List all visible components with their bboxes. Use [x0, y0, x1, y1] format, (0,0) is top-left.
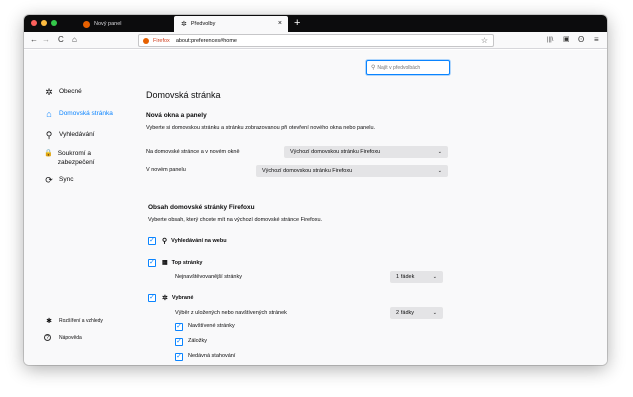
highlights-description: Výběr z uložených nebo navštívených strá… [175, 310, 287, 316]
homepage-label: Na domovské stránce a v novém okně [146, 149, 240, 155]
home-icon: ⌂ [46, 109, 52, 119]
select-value: Výchozí domovskou stránku Firefoxu [290, 149, 381, 155]
menu-icon[interactable]: ≡ [594, 34, 599, 46]
top-sites-rows-select[interactable]: 1 řádek ⌄ [390, 271, 443, 283]
url-bar[interactable]: Firefox about:preferences#home ☆ [138, 34, 494, 47]
select-value: 1 řádek [396, 274, 415, 280]
search-icon: ⚲ [45, 130, 53, 140]
sidebar-link-label: Rozšíření a vzhledy [59, 318, 103, 324]
sidebar-link-label: Nápověda [59, 334, 82, 341]
new-tab-button[interactable]: + [294, 17, 300, 29]
highlights-rows-select[interactable]: 2 řádky ⌄ [390, 307, 443, 319]
sidebar-addons-link[interactable]: ✱ Rozšíření a vzhledy [44, 317, 103, 325]
zoom-window-button[interactable] [51, 20, 57, 26]
url-text: about:preferences#home [175, 37, 237, 44]
tab-preferences[interactable]: ✲ Předvolby × [174, 16, 288, 32]
close-window-button[interactable] [31, 20, 37, 26]
preferences-content [24, 50, 607, 365]
highlights-checkbox[interactable]: ✓ [148, 294, 156, 302]
firefox-icon [83, 20, 90, 28]
recent-downloads-checkbox[interactable]: ✓ [175, 353, 183, 361]
navigation-bar: ← → C ⌂ Firefox about:preferences#home ☆… [24, 32, 607, 49]
sidebar-item-label: Domovská stránka [59, 110, 113, 117]
sidebar-item-label: Soukromí a zabezpečení [57, 150, 95, 166]
chevron-down-icon: ⌄ [437, 149, 442, 155]
tab-bar: Nový panel × ✲ Předvolby × + [24, 15, 607, 32]
sidebar-item-sync[interactable]: ⟳ Sync [44, 176, 73, 185]
new-tab-select[interactable]: Výchozí domovskou stránku Firefoxu ⌄ [256, 165, 448, 177]
identity-box[interactable]: Firefox [143, 37, 170, 44]
home-icon[interactable]: ⌂ [72, 34, 77, 46]
tab-label: Nový panel [94, 21, 122, 27]
firefox-icon [143, 37, 149, 44]
search-placeholder: Najít v předvolbách [377, 64, 421, 71]
sparkle-icon: ✲ [162, 295, 168, 302]
search-icon: ⚲ [162, 238, 168, 245]
option-label: Top stránky [171, 259, 203, 266]
sidebar-item-search[interactable]: ⚲ Vyhledávání [44, 131, 95, 140]
tab-label: Předvolby [190, 21, 216, 27]
minimize-window-button[interactable] [41, 20, 47, 26]
sync-icon: ⟳ [45, 175, 53, 185]
highlights-option: ✲ Vybrané [162, 294, 193, 302]
sidebar-icon[interactable]: ▣ [563, 34, 570, 46]
page-title: Domovská stránka [146, 90, 221, 100]
identity-label: Firefox [153, 37, 170, 44]
bookmarks-checkbox[interactable]: ✓ [175, 338, 183, 346]
section-heading-new-windows: Nová okna a panely [146, 112, 207, 119]
lock-icon: 🔒 [44, 150, 53, 157]
select-value: 2 řádky [396, 310, 415, 316]
grid-icon: ▦ [162, 260, 168, 266]
section-description: Vyberte obsah, který chcete mít na výcho… [148, 217, 323, 223]
gear-icon: ✲ [45, 87, 53, 97]
sidebar-item-label: Sync [59, 176, 74, 183]
option-label: Vybrané [171, 295, 194, 301]
help-icon: ? [44, 334, 51, 341]
chevron-down-icon: ⌄ [432, 310, 437, 316]
top-sites-description: Nejnavštěvovanější stránky [175, 274, 242, 280]
section-description: Vyberte si domovskou stránku a stránku z… [146, 125, 376, 131]
top-sites-option: ▦ Top stránky [162, 259, 203, 267]
sidebar-item-home[interactable]: ⌂ Domovská stránka [44, 110, 113, 119]
recent-downloads-label: Nedávná stahování [188, 353, 236, 359]
web-search-checkbox[interactable]: ✓ [148, 237, 156, 245]
search-icon: ⚲ [371, 65, 376, 71]
reload-icon[interactable]: C [58, 34, 64, 46]
back-icon[interactable]: ← [30, 34, 38, 46]
visited-pages-label: Navštívené stránky [188, 323, 235, 329]
visited-pages-checkbox[interactable]: ✓ [175, 323, 183, 331]
sidebar-item-label: Vyhledávání [59, 131, 95, 138]
puzzle-icon: ✱ [46, 318, 52, 325]
new-tab-label: V novém panelu [146, 167, 186, 173]
chevron-down-icon: ⌄ [437, 168, 442, 174]
bookmark-star-icon[interactable]: ☆ [481, 36, 488, 45]
sidebar-item-privacy[interactable]: 🔒 Soukromí a zabezpečení [44, 149, 119, 167]
top-sites-checkbox[interactable]: ✓ [148, 259, 156, 267]
chevron-down-icon: ⌄ [432, 274, 437, 280]
account-icon[interactable]: ʘ [578, 34, 584, 46]
browser-window: Nový panel × ✲ Předvolby × + ← → C ⌂ Fir… [24, 15, 607, 365]
option-label: Vyhledávání na webu [171, 238, 227, 244]
search-preferences-input[interactable]: ⚲ Najít v předvolbách [366, 60, 450, 75]
sidebar-help-link[interactable]: ? Nápověda [44, 334, 82, 341]
bookmarks-label: Záložky [188, 338, 207, 344]
forward-icon[interactable]: → [42, 34, 50, 46]
library-icon[interactable]: |||\ [547, 34, 553, 46]
tab-new-tab[interactable]: Nový panel × [76, 16, 190, 32]
web-search-option: ⚲ Vyhledávání na webu [162, 237, 227, 245]
homepage-select[interactable]: Výchozí domovskou stránku Firefoxu ⌄ [284, 146, 448, 158]
gear-icon: ✲ [181, 21, 187, 28]
sidebar-item-general[interactable]: ✲ Obecné [44, 88, 82, 97]
sidebar-item-label: Obecné [59, 88, 82, 95]
select-value: Výchozí domovskou stránku Firefoxu [262, 168, 353, 174]
close-tab-icon[interactable]: × [278, 20, 282, 28]
section-heading-home-content: Obsah domovské stránky Firefoxu [148, 204, 255, 211]
